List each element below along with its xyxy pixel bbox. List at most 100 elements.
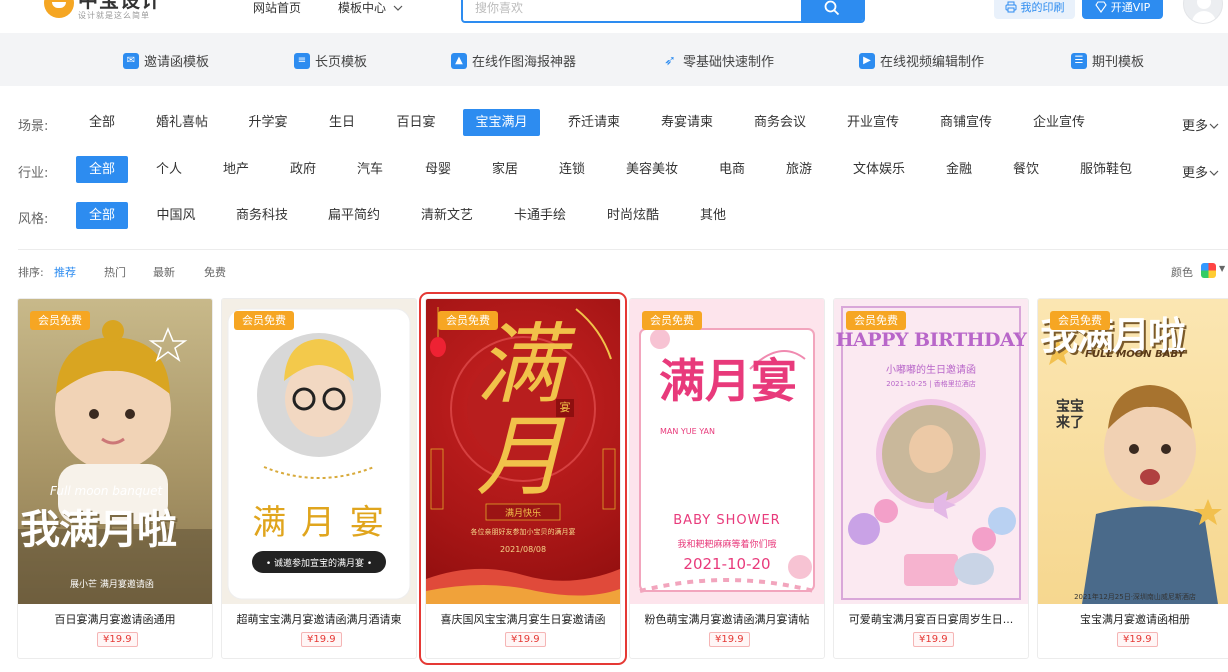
filter-label-industry: 行业: (18, 166, 49, 181)
search-button[interactable] (801, 0, 863, 21)
category-long-page[interactable]: ≡ 长页模板 (294, 51, 367, 70)
category-video-editor[interactable]: ▶ 在线视频编辑制作 (859, 51, 984, 70)
filter-industry-auto[interactable]: 汽车 (350, 156, 390, 183)
card-art-caption: 各位亲朋好友参加小宝贝的满月宴 (470, 528, 576, 536)
price-tag: ¥19.9 (97, 632, 138, 647)
template-title[interactable]: 超萌宝宝满月宴邀请函满月酒请柬 (222, 611, 416, 627)
filter-industry-entertainment[interactable]: 文体娱乐 (847, 156, 911, 183)
top-header: 中宝设计 设计就是这么简单 网站首页 模板中心 我的印刷 开通VIP (0, 0, 1228, 33)
card-art-caption: • 诚邀参加宣宝的满月宴 • (265, 559, 373, 569)
filter-scene-more[interactable]: 更多 (1182, 115, 1219, 134)
filter-industry-apparel[interactable]: 服饰鞋包 (1074, 156, 1138, 183)
template-title[interactable]: 可爱萌宝满月宴百日宴周岁生日... (834, 611, 1028, 627)
filter-scene-longevity[interactable]: 寿宴请柬 (656, 109, 718, 136)
filter-industry-realestate[interactable]: 地产 (216, 156, 256, 183)
template-card[interactable]: 会员免费 满月宴 MAN YUE YAN BABY SHOWER 我和耙耙麻麻等… (629, 298, 825, 659)
filter-style-flat[interactable]: 扁平简约 (322, 202, 386, 229)
filter-scene-housewarming[interactable]: 乔迁请柬 (563, 109, 625, 136)
filter-industry-government[interactable]: 政府 (283, 156, 323, 183)
filter-industry-catering[interactable]: 餐饮 (1006, 156, 1046, 183)
more-label: 更多 (1182, 166, 1209, 181)
envelope-icon: ✉ (123, 52, 139, 69)
category-label: 零基础快速制作 (683, 55, 775, 70)
caret-down-icon[interactable]: ▼ (1219, 264, 1225, 273)
list-icon: ☰ (1071, 52, 1087, 69)
template-card[interactable]: 会员免费 我满月啦 FULL MOON BABY 宝宝来了 2021年12月25… (1037, 298, 1228, 659)
filter-industry-personal[interactable]: 个人 (150, 156, 188, 183)
template-title[interactable]: 百日宴满月宴邀请函通用 (18, 611, 212, 627)
template-card-selected[interactable]: 会员免费 满月 宴 满月快乐 各位亲朋好友参加小宝贝的满月宴 2021/08/0… (419, 292, 627, 665)
category-poster-maker[interactable]: ▲ 在线作图海报神器 (451, 51, 576, 70)
category-quick-make[interactable]: ➶ 零基础快速制作 (662, 51, 775, 71)
category-invitation[interactable]: ✉ 邀请函模板 (123, 51, 209, 70)
category-label: 在线视频编辑制作 (880, 55, 985, 70)
document-icon: ≡ (294, 52, 310, 69)
filter-industry-chain[interactable]: 连锁 (552, 156, 592, 183)
chevron-down-icon (1209, 123, 1219, 129)
filter-divider (18, 249, 1228, 250)
diamond-icon (1095, 0, 1107, 13)
template-thumbnail: 会员免费 满月 宴 满月快乐 各位亲朋好友参加小宝贝的满月宴 2021/08/0… (426, 299, 620, 604)
template-card[interactable]: 会员免费 HAPPY BIRTHDAY 小嘟嘟的生日邀请函 2021-10-25… (833, 298, 1029, 659)
filter-style-fresh[interactable]: 清新文艺 (415, 202, 479, 229)
price-tag: ¥19.9 (709, 632, 750, 647)
template-title[interactable]: 粉色萌宝满月宴邀请函满月宴请帖 (630, 611, 824, 627)
user-avatar[interactable] (1183, 0, 1223, 24)
filter-industry-home[interactable]: 家居 (485, 156, 525, 183)
sort-free[interactable]: 免费 (204, 264, 226, 280)
filter-style-business-tech[interactable]: 商务科技 (230, 202, 294, 229)
filter-scene-enterprise[interactable]: 企业宣传 (1028, 109, 1090, 136)
price-tag: ¥19.9 (913, 632, 954, 647)
filter-scene-all[interactable]: 全部 (76, 109, 128, 136)
filter-scene-graduation[interactable]: 升学宴 (240, 109, 296, 136)
filter-scene-birthday[interactable]: 生日 (320, 109, 364, 136)
template-card[interactable]: 会员免费 Full moon banquet 我满月啦 展小芒 满月宴邀请函 百… (17, 298, 213, 659)
site-logo[interactable]: 中宝设计 设计就是这么简单 (44, 0, 162, 20)
logo-slogan: 设计就是这么简单 (78, 11, 150, 20)
category-label: 长页模板 (315, 55, 368, 70)
sort-latest[interactable]: 最新 (153, 264, 175, 280)
card-art-footer: 2021年12月25日·深圳南山威尼斯酒店 (1074, 593, 1196, 601)
member-free-badge: 会员免费 (642, 311, 702, 330)
card-art-headline: 满月宴 (659, 354, 797, 408)
filter-scene-wedding[interactable]: 婚礼喜帖 (151, 109, 213, 136)
filter-industry-travel[interactable]: 旅游 (779, 156, 819, 183)
color-palette-icon[interactable] (1201, 263, 1216, 278)
category-label: 在线作图海报神器 (472, 55, 577, 70)
sort-recommended[interactable]: 推荐 (54, 264, 76, 280)
filter-style-other[interactable]: 其他 (693, 202, 733, 229)
filter-industry-finance[interactable]: 金融 (939, 156, 979, 183)
image-icon: ▲ (451, 52, 467, 69)
filter-style-cartoon[interactable]: 卡通手绘 (508, 202, 572, 229)
filter-style-all[interactable]: 全部 (76, 202, 128, 229)
search-icon (824, 0, 840, 15)
my-print-button[interactable]: 我的印刷 (994, 0, 1075, 19)
filter-scene-opening[interactable]: 开业宣传 (842, 109, 904, 136)
filter-industry-more[interactable]: 更多 (1182, 162, 1219, 181)
template-thumbnail: 会员免费 Full moon banquet 我满月啦 展小芒 满月宴邀请函 (18, 299, 212, 604)
filter-industry-beauty[interactable]: 美容美妆 (620, 156, 684, 183)
member-free-badge: 会员免费 (30, 311, 90, 330)
open-vip-button[interactable]: 开通VIP (1082, 0, 1163, 19)
filter-industry-maternal[interactable]: 母婴 (418, 156, 458, 183)
filter-industry-all[interactable]: 全部 (76, 156, 128, 183)
filter-industry-ecommerce[interactable]: 电商 (712, 156, 752, 183)
filter-scene-business-meeting[interactable]: 商务会议 (749, 109, 811, 136)
template-card[interactable]: 会员免费 满 月 宴 • 诚邀参加宣宝的满月宴 • 超萌宝宝满月宴邀请函满月酒请… (221, 298, 417, 659)
template-title[interactable]: 宝宝满月宴邀请函相册 (1038, 611, 1228, 627)
price-tag: ¥19.9 (505, 632, 546, 647)
search-input[interactable] (463, 0, 803, 21)
filter-style-chinese[interactable]: 中国风 (150, 202, 202, 229)
my-print-label: 我的印刷 (1020, 0, 1065, 14)
filter-scene-shop[interactable]: 商铺宣传 (935, 109, 997, 136)
sort-hot[interactable]: 热门 (104, 264, 126, 280)
filter-scene-baby-fullmoon[interactable]: 宝宝满月 (463, 109, 540, 136)
category-journal[interactable]: ☰ 期刊模板 (1071, 51, 1144, 70)
color-filter-label: 颜色 (1171, 266, 1193, 279)
filter-style-fashion[interactable]: 时尚炫酷 (601, 202, 665, 229)
template-title[interactable]: 喜庆国风宝宝满月宴生日宴邀请函 (426, 611, 620, 627)
filter-scene-100-days[interactable]: 百日宴 (390, 109, 442, 136)
member-free-badge: 会员免费 (1050, 311, 1110, 330)
nav-template-center[interactable]: 模板中心 (338, 0, 403, 16)
nav-home-link[interactable]: 网站首页 (253, 0, 301, 16)
